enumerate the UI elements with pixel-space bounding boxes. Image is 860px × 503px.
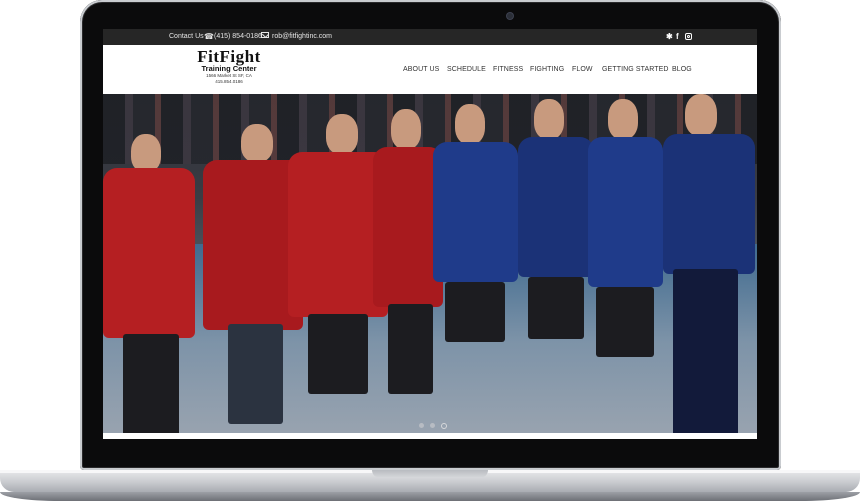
mail-icon — [261, 32, 269, 38]
instagram-icon[interactable] — [685, 33, 692, 40]
yelp-icon[interactable]: ✱ — [666, 32, 673, 41]
slider-pagination — [417, 421, 453, 431]
fighter-figure — [663, 94, 757, 439]
hero-slider-image[interactable] — [103, 94, 757, 439]
site-header: FitFight Training Center 1566 Market St … — [103, 45, 757, 94]
laptop-frame: Contact Us ☎ (415) 854-0186 rob@fitfight… — [0, 0, 860, 503]
slider-dot[interactable] — [419, 423, 424, 428]
contact-us-link[interactable]: Contact Us — [169, 33, 204, 40]
nav-flow[interactable]: FLOW — [572, 66, 593, 73]
nav-fitness[interactable]: FITNESS — [493, 66, 523, 73]
phone-link[interactable]: (415) 854-0186 — [214, 33, 262, 40]
fighter-figure — [103, 134, 198, 439]
slider-dot[interactable] — [430, 423, 435, 428]
nav-schedule[interactable]: SCHEDULE — [447, 66, 486, 73]
laptop-base-lip — [0, 492, 860, 501]
browser-viewport: Contact Us ☎ (415) 854-0186 rob@fitfight… — [103, 29, 757, 439]
logo-phone: 415.854.0186 — [215, 78, 243, 84]
fighter-figure — [518, 99, 598, 439]
nav-getting-started[interactable]: GETTING STARTED — [602, 66, 669, 73]
nav-about-us[interactable]: ABOUT US — [403, 66, 439, 73]
logo-subtitle: Training Center — [201, 64, 257, 73]
content-strip — [103, 433, 757, 439]
fighter-figure — [433, 104, 523, 439]
fighter-figure — [588, 99, 668, 439]
facebook-icon[interactable]: f — [676, 32, 679, 41]
nav-fighting[interactable]: FIGHTING — [530, 66, 564, 73]
email-link[interactable]: rob@fitfightinc.com — [272, 33, 332, 40]
site-logo[interactable]: FitFight Training Center 1566 Market St … — [179, 48, 279, 84]
slider-dot-active[interactable] — [441, 423, 447, 429]
nav-blog[interactable]: BLOG — [672, 66, 692, 73]
camera-icon — [507, 13, 513, 19]
laptop-notch — [372, 470, 488, 478]
top-bar: Contact Us ☎ (415) 854-0186 rob@fitfight… — [103, 29, 757, 45]
phone-icon: ☎ — [204, 32, 214, 41]
fighter-figure — [193, 124, 303, 439]
